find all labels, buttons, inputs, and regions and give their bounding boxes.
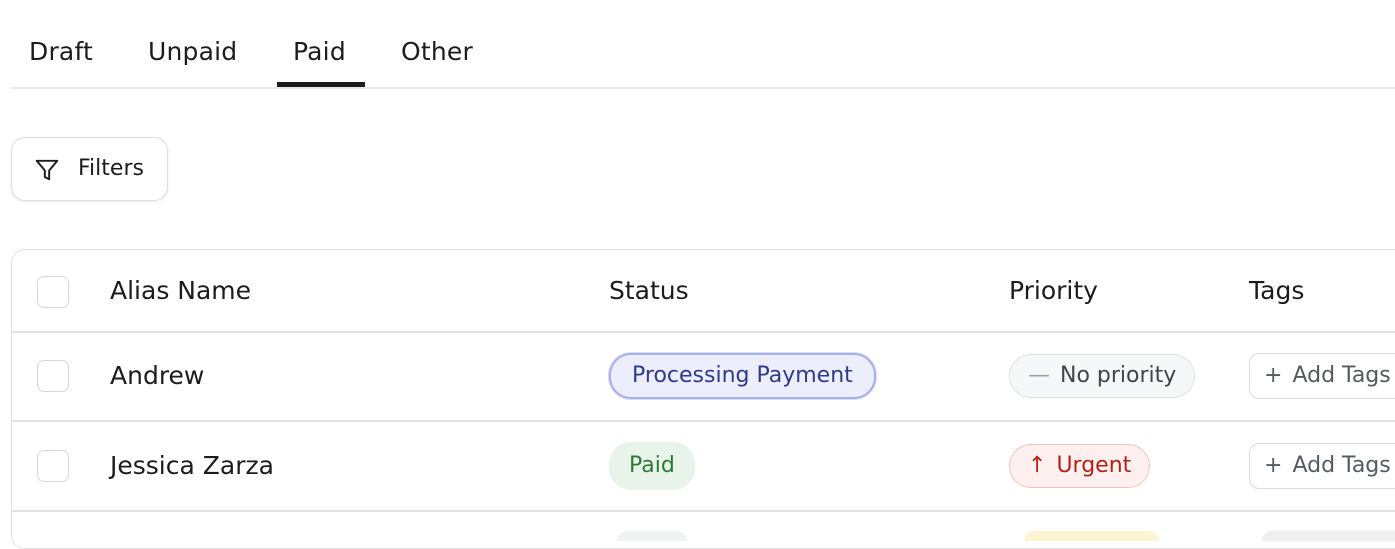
status-badge-processing-payment: Processing Payment bbox=[609, 353, 876, 399]
priority-pill-urgent[interactable]: ↑ Urgent bbox=[1009, 444, 1151, 488]
column-header-priority: Priority bbox=[1009, 276, 1098, 305]
plus-icon: + bbox=[1264, 453, 1283, 478]
add-tags-label: Add Tags bbox=[1292, 453, 1391, 478]
priority-pill-label: Urgent bbox=[1056, 453, 1132, 478]
column-header-tags: Tags bbox=[1249, 276, 1305, 305]
dash-icon: — bbox=[1028, 363, 1050, 388]
tab-unpaid[interactable]: Unpaid bbox=[148, 36, 237, 68]
status-badge-label: Processing Payment bbox=[632, 363, 853, 388]
plus-icon: + bbox=[1264, 363, 1283, 388]
priority-pill-partial bbox=[1024, 531, 1159, 541]
priority-pill-no-priority[interactable]: — No priority bbox=[1009, 354, 1196, 398]
row-checkbox-andrew[interactable] bbox=[37, 360, 69, 392]
invoice-status-tabs: Draft Unpaid Paid Other bbox=[11, 0, 1395, 89]
tags-button-partial bbox=[1262, 531, 1395, 541]
row-divider bbox=[12, 510, 1395, 512]
funnel-icon bbox=[35, 159, 59, 181]
add-tags-button[interactable]: + Add Tags bbox=[1249, 353, 1395, 399]
status-badge-label: Paid bbox=[629, 453, 675, 478]
column-header-alias-name: Alias Name bbox=[110, 276, 252, 305]
active-tab-indicator bbox=[277, 82, 365, 87]
priority-pill-label: No priority bbox=[1060, 363, 1177, 388]
row-divider bbox=[12, 331, 1395, 333]
alias-name-cell: Jessica Zarza bbox=[110, 451, 274, 480]
row-checkbox-jessica-zarza[interactable] bbox=[37, 450, 69, 482]
tab-draft[interactable]: Draft bbox=[29, 36, 93, 68]
tab-paid[interactable]: Paid bbox=[293, 36, 346, 68]
tab-other[interactable]: Other bbox=[401, 36, 473, 68]
status-badge-partial bbox=[617, 531, 687, 541]
invoices-table: Alias Name Status Priority Tags Andrew P… bbox=[11, 249, 1395, 549]
row-divider bbox=[12, 420, 1395, 422]
arrow-up-icon: ↑ bbox=[1028, 453, 1047, 478]
add-tags-label: Add Tags bbox=[1292, 363, 1391, 388]
alias-name-cell: Andrew bbox=[110, 361, 205, 390]
filters-button[interactable]: Filters bbox=[11, 137, 168, 201]
select-all-checkbox[interactable] bbox=[37, 276, 69, 308]
status-badge-paid: Paid bbox=[609, 442, 695, 490]
column-header-status: Status bbox=[609, 276, 689, 305]
add-tags-button[interactable]: + Add Tags bbox=[1249, 443, 1395, 489]
filters-button-label: Filters bbox=[78, 156, 144, 181]
